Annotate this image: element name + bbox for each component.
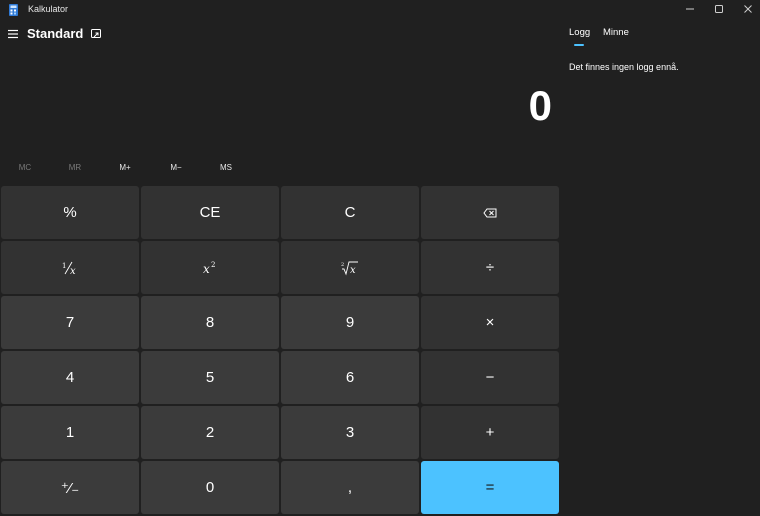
negate-button[interactable]: ⁺⁄₋ bbox=[1, 461, 139, 514]
backspace-icon bbox=[483, 208, 497, 217]
digit-2-button[interactable]: 2 bbox=[141, 406, 279, 459]
memory-store-button[interactable]: MS bbox=[201, 158, 251, 178]
square-root-icon: 2 x bbox=[341, 261, 358, 276]
svg-text:x: x bbox=[350, 265, 356, 276]
mode-title: Standard bbox=[27, 26, 84, 41]
calculator-window: Kalkulator Standard 0 MC MR M+ M− MS % C… bbox=[0, 0, 760, 516]
backspace-button[interactable] bbox=[421, 186, 559, 239]
keep-on-top-icon bbox=[91, 29, 101, 38]
memory-recall-button[interactable]: MR bbox=[50, 158, 100, 178]
memory-row: MC MR M+ M− MS bbox=[0, 158, 560, 178]
history-memory-tabs: Logg Minne bbox=[560, 24, 760, 50]
digit-5-button[interactable]: 5 bbox=[141, 351, 279, 404]
svg-text:2: 2 bbox=[211, 261, 215, 269]
digit-0-button[interactable]: 0 bbox=[141, 461, 279, 514]
memory-clear-button[interactable]: MC bbox=[0, 158, 50, 178]
clear-button[interactable]: C bbox=[281, 186, 419, 239]
memory-add-button[interactable]: M+ bbox=[100, 158, 150, 178]
hamburger-icon bbox=[8, 29, 18, 39]
history-empty-message: Det finnes ingen logg ennå. bbox=[569, 62, 679, 72]
tab-memory[interactable]: Minne bbox=[603, 27, 629, 39]
tab-history[interactable]: Logg bbox=[569, 27, 590, 39]
minimize-button[interactable] bbox=[676, 0, 704, 18]
digit-4-button[interactable]: 4 bbox=[1, 351, 139, 404]
divide-button[interactable]: ÷ bbox=[421, 241, 559, 294]
title-bar: Kalkulator bbox=[0, 0, 760, 18]
subtract-button[interactable]: − bbox=[421, 351, 559, 404]
multiply-button[interactable]: × bbox=[421, 296, 559, 349]
digit-6-button[interactable]: 6 bbox=[281, 351, 419, 404]
keep-on-top-button[interactable] bbox=[89, 27, 103, 41]
maximize-icon bbox=[715, 5, 723, 13]
maximize-button[interactable] bbox=[705, 0, 733, 18]
equals-button[interactable]: = bbox=[421, 461, 559, 514]
window-title: Kalkulator bbox=[28, 4, 69, 14]
result-display: 0 bbox=[528, 82, 552, 129]
digit-8-button[interactable]: 8 bbox=[141, 296, 279, 349]
memory-subtract-button[interactable]: M− bbox=[151, 158, 201, 178]
square-button[interactable]: x 2 bbox=[141, 241, 279, 294]
square-icon: x 2 bbox=[203, 261, 215, 276]
close-button[interactable] bbox=[734, 0, 760, 18]
digit-3-button[interactable]: 3 bbox=[281, 406, 419, 459]
clear-entry-button[interactable]: CE bbox=[141, 186, 279, 239]
reciprocal-button[interactable]: 1 x bbox=[1, 241, 139, 294]
svg-text:x: x bbox=[70, 266, 76, 276]
percent-button[interactable]: % bbox=[1, 186, 139, 239]
close-icon bbox=[744, 5, 752, 13]
digit-9-button[interactable]: 9 bbox=[281, 296, 419, 349]
active-tab-indicator bbox=[574, 44, 584, 46]
square-root-button[interactable]: 2 x bbox=[281, 241, 419, 294]
svg-text:x: x bbox=[203, 262, 210, 276]
digit-1-button[interactable]: 1 bbox=[1, 406, 139, 459]
digit-7-button[interactable]: 7 bbox=[1, 296, 139, 349]
svg-text:1: 1 bbox=[62, 262, 66, 270]
navigation-menu-button[interactable] bbox=[6, 27, 20, 41]
reciprocal-icon: 1 x bbox=[62, 261, 76, 276]
keypad: % CE C 1 x x 2 2 x ÷ 7 8 9 × 4 5 6 − 1 2… bbox=[0, 185, 560, 515]
svg-text:2: 2 bbox=[341, 262, 344, 268]
add-button[interactable]: + bbox=[421, 406, 559, 459]
decimal-separator-button[interactable]: , bbox=[281, 461, 419, 514]
calculator-app-icon bbox=[9, 3, 18, 16]
minimize-icon bbox=[686, 8, 694, 10]
